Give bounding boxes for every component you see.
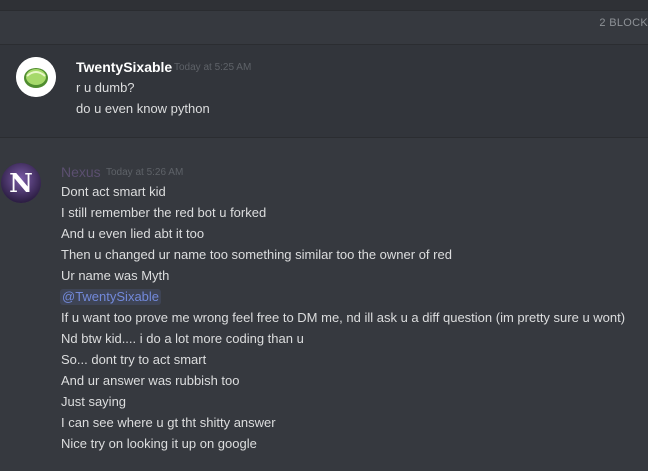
- svg-text:N: N: [9, 169, 33, 199]
- username-nexus[interactable]: Nexus: [61, 164, 101, 180]
- message-line: And u even lied abt it too: [61, 226, 205, 241]
- message-timestamp: Today at 5:25 AM: [174, 62, 252, 73]
- user-mention[interactable]: @TwentySixable: [60, 289, 162, 305]
- message-line: Just saying: [61, 394, 127, 409]
- nexus-avatar-icon: N: [1, 163, 41, 203]
- message-line: I can see where u gt tht shitty answer: [61, 415, 276, 430]
- avatar[interactable]: N: [1, 163, 41, 203]
- message-line: Nice try on looking it up on google: [61, 436, 257, 451]
- username-twentysixable[interactable]: TwentySixable: [76, 59, 172, 75]
- message-line: If u want too prove me wrong feel free t…: [61, 310, 626, 325]
- message-line: Nd btw kid.... i do a lot more coding th…: [61, 331, 304, 346]
- message-timestamp: Today at 5:26 AM: [106, 167, 184, 178]
- message-line: do u even know python: [76, 101, 210, 116]
- message-line: I still remember the red bot u forked: [61, 205, 267, 220]
- message-line: So... dont try to act smart: [61, 352, 207, 367]
- avatar[interactable]: [16, 57, 56, 97]
- top-bar: [0, 0, 648, 11]
- message-line: Dont act smart kid: [61, 184, 166, 199]
- message-line: And ur answer was rubbish too: [61, 373, 240, 388]
- lime-logo-icon: [16, 57, 56, 97]
- blocked-messages-label[interactable]: 2 BLOCK: [599, 17, 648, 29]
- message-line: Then u changed ur name too something sim…: [61, 247, 452, 262]
- message-line: r u dumb?: [76, 80, 135, 95]
- message-line: Ur name was Myth: [61, 268, 170, 283]
